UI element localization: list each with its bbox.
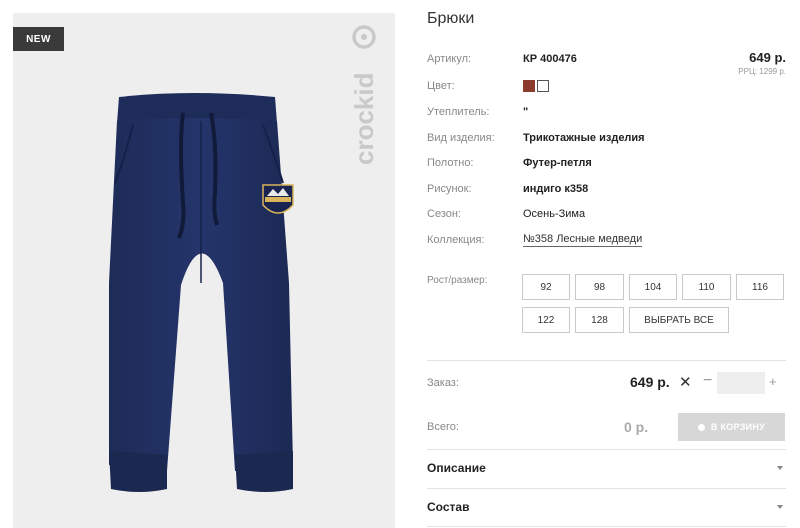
recommended-price: РРЦ: 1299 р.	[738, 67, 786, 76]
chevron-down-icon	[777, 505, 783, 509]
chevron-down-icon	[777, 466, 783, 470]
size-button-110[interactable]: 110	[682, 274, 731, 300]
quantity-input[interactable]	[717, 372, 765, 394]
spec-label: Коллекция:	[427, 234, 485, 246]
accordion-title: Описание	[427, 461, 486, 475]
spec-label: Полотно:	[427, 157, 474, 169]
size-button-116[interactable]: 116	[736, 274, 784, 300]
size-button-92[interactable]: 92	[522, 274, 570, 300]
accordion-description[interactable]: Описание	[427, 456, 786, 480]
spec-value: КР 400476	[523, 53, 577, 65]
spec-label: Вид изделия:	[427, 132, 495, 144]
spec-season: Сезон: Осень-Зима	[427, 206, 585, 222]
accordion-composition[interactable]: Состав	[427, 495, 786, 519]
color-swatch-brown[interactable]	[523, 80, 535, 92]
decrement-button[interactable]: −	[703, 372, 712, 390]
size-button-98[interactable]: 98	[575, 274, 624, 300]
spec-label: Рисунок:	[427, 183, 472, 195]
divider	[427, 488, 786, 489]
multiply-icon: ✕	[679, 374, 692, 391]
add-to-cart-button[interactable]: В КОРЗИНУ	[678, 413, 785, 441]
new-badge: NEW	[13, 27, 64, 51]
spec-label: Сезон:	[427, 208, 461, 220]
product-title: Брюки	[427, 10, 475, 27]
spec-value: "	[523, 106, 529, 118]
spec-label: Цвет:	[427, 80, 455, 92]
color-swatch-white[interactable]	[537, 80, 549, 92]
order-label: Заказ:	[427, 377, 459, 389]
spec-pattern: Рисунок: индиго к358	[427, 181, 588, 197]
size-label: Рост/размер:	[427, 275, 488, 286]
size-button-122[interactable]: 122	[522, 307, 570, 333]
spec-article: Артикул: КР 400476	[427, 51, 577, 67]
svg-text:crockid: crockid	[351, 73, 379, 166]
cart-icon	[697, 423, 705, 431]
divider	[427, 360, 786, 361]
spec-fabric: Полотно: Футер-петля	[427, 155, 592, 171]
size-button-128[interactable]: 128	[575, 307, 624, 333]
product-image-panel[interactable]: NEW crockid	[13, 13, 395, 528]
add-to-cart-label: В КОРЗИНУ	[710, 422, 766, 432]
spec-type: Вид изделия: Трикотажные изделия	[427, 130, 645, 146]
spec-value: индиго к358	[523, 183, 589, 195]
spec-value: Футер-петля	[523, 157, 592, 169]
spec-collection: Коллекция: №358 Лесные медведи	[427, 232, 643, 248]
spec-value: Осень-Зима	[523, 208, 586, 220]
order-price: 649 р.	[630, 374, 670, 390]
divider	[427, 449, 786, 450]
collection-link[interactable]: №358 Лесные медведи	[523, 233, 643, 247]
size-button-104[interactable]: 104	[629, 274, 677, 300]
spec-label: Утеплитель:	[427, 106, 490, 118]
total-label: Всего:	[427, 421, 459, 433]
select-all-button[interactable]: ВЫБРАТЬ ВСЕ	[629, 307, 729, 333]
spec-insulation: Утеплитель: "	[427, 104, 528, 120]
divider	[427, 526, 786, 527]
accordion-title: Состав	[427, 500, 470, 514]
total-price: 0 р.	[624, 419, 649, 435]
product-price: 649 р.	[749, 50, 786, 65]
increment-button[interactable]: +	[769, 374, 777, 389]
pants-photo	[109, 93, 294, 492]
spec-value: Трикотажные изделия	[523, 132, 645, 144]
crockid-logo: crockid	[351, 25, 379, 166]
spec-color: Цвет:	[427, 78, 551, 94]
spec-label: Артикул:	[427, 53, 472, 65]
